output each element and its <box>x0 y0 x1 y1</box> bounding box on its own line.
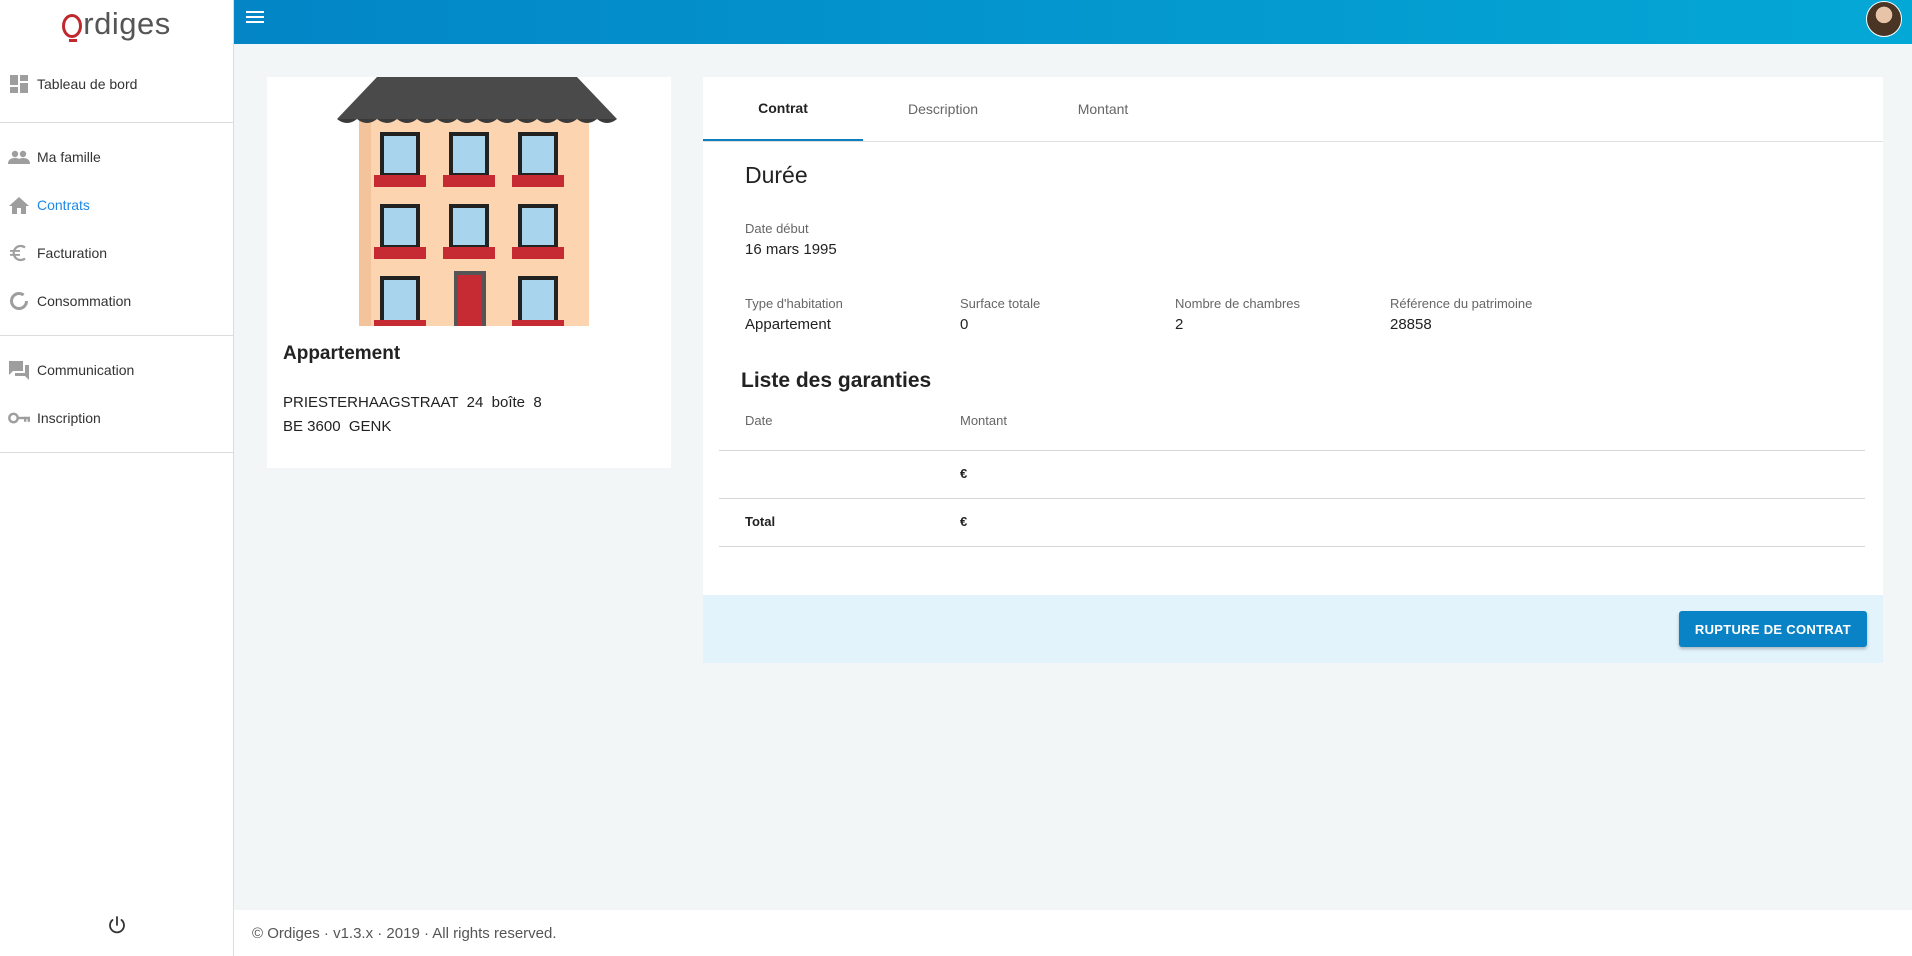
dashboard-icon <box>0 75 37 93</box>
nav-group-contracts: Ma famille Contrats Facturation Consomma… <box>0 123 233 336</box>
tab-description[interactable]: Description <box>863 77 1023 141</box>
actions-bar: RUPTURE DE CONTRAT <box>703 595 1883 663</box>
user-avatar[interactable] <box>1866 1 1902 37</box>
property-address: PRIESTERHAAGSTRAAT 24 boîte 8 BE 3600 GE… <box>283 391 542 439</box>
date-debut-value: 16 mars 1995 <box>745 241 837 258</box>
sidebar-item-facturation[interactable]: Facturation <box>0 229 233 277</box>
sidebar-item-communication[interactable]: Communication <box>0 346 233 394</box>
chambres-label: Nombre de chambres <box>1175 296 1300 311</box>
key-icon <box>0 412 37 424</box>
surface-value: 0 <box>960 316 969 333</box>
total-value: € <box>960 514 968 529</box>
surface-label: Surface totale <box>960 296 1041 311</box>
sidebar-item-label: Communication <box>37 362 135 378</box>
sidebar-item-label: Tableau de bord <box>37 76 138 92</box>
rupture-contrat-button[interactable]: RUPTURE DE CONTRAT <box>1678 611 1867 647</box>
nav-group-main: Tableau de bord <box>0 48 233 123</box>
row-montant: € <box>960 466 968 481</box>
property-type-title: Appartement <box>283 343 401 364</box>
power-icon <box>107 915 127 940</box>
sidebar-item-contrats[interactable]: Contrats <box>0 181 233 229</box>
table-divider <box>719 546 1865 547</box>
people-icon <box>0 150 37 164</box>
table-divider <box>719 450 1865 451</box>
type-habitation-label: Type d'habitation <box>745 296 843 311</box>
date-debut-label: Date début <box>745 221 809 236</box>
col-header-date: Date <box>745 413 773 428</box>
sidebar-item-label: Inscription <box>37 410 101 426</box>
tab-bar: Contrat Description Montant <box>703 77 1883 142</box>
building-image <box>337 77 617 326</box>
tab-contrat[interactable]: Contrat <box>703 77 863 141</box>
contract-card: Contrat Description Montant Durée Date d… <box>703 77 1883 663</box>
sidebar-item-label: Ma famille <box>37 149 101 165</box>
property-card: Appartement PRIESTERHAAGSTRAAT 24 boîte … <box>267 77 671 468</box>
sidebar-item-label: Consommation <box>37 293 132 309</box>
logo-text: rdiges <box>83 6 171 41</box>
type-habitation-value: Appartement <box>745 316 831 333</box>
chat-icon <box>0 360 37 380</box>
sidebar-item-label: Contrats <box>37 197 90 213</box>
sidebar-item-tableau-de-bord[interactable]: Tableau de bord <box>0 60 233 108</box>
col-header-montant: Montant <box>960 413 1007 428</box>
total-label: Total <box>745 514 776 529</box>
tab-montant[interactable]: Montant <box>1023 77 1183 141</box>
sidebar-item-label: Facturation <box>37 245 108 261</box>
euro-icon <box>0 244 37 262</box>
reference-label: Référence du patrimoine <box>1390 296 1533 311</box>
home-icon <box>0 196 37 214</box>
copyright-text: © Ordiges · v1.3.x · 2019 · All rights r… <box>252 924 557 942</box>
menu-icon[interactable] <box>246 9 266 30</box>
app-logo[interactable]: rdiges <box>0 0 233 48</box>
nav-group-communication: Communication Inscription <box>0 336 233 453</box>
reference-value: 28858 <box>1390 316 1432 333</box>
sidebar-item-consommation[interactable]: Consommation <box>0 277 233 325</box>
garanties-title: Liste des garanties <box>741 369 932 392</box>
sidebar-item-ma-famille[interactable]: Ma famille <box>0 133 233 181</box>
table-divider <box>719 498 1865 499</box>
sidebar: rdiges Tableau de bord Ma famille Contra… <box>0 0 234 956</box>
duree-title: Durée <box>745 162 808 188</box>
top-app-bar <box>234 0 1912 44</box>
address-line-2: BE 3600 GENK <box>283 418 392 435</box>
chambres-value: 2 <box>1175 316 1184 333</box>
address-line-1: PRIESTERHAAGSTRAAT 24 boîte 8 <box>283 394 542 411</box>
logo-o-icon <box>62 14 83 42</box>
donut-icon <box>0 291 37 311</box>
sidebar-item-inscription[interactable]: Inscription <box>0 394 233 442</box>
app-footer: © Ordiges · v1.3.x · 2019 · All rights r… <box>234 910 1912 956</box>
logout-button[interactable] <box>0 915 234 940</box>
